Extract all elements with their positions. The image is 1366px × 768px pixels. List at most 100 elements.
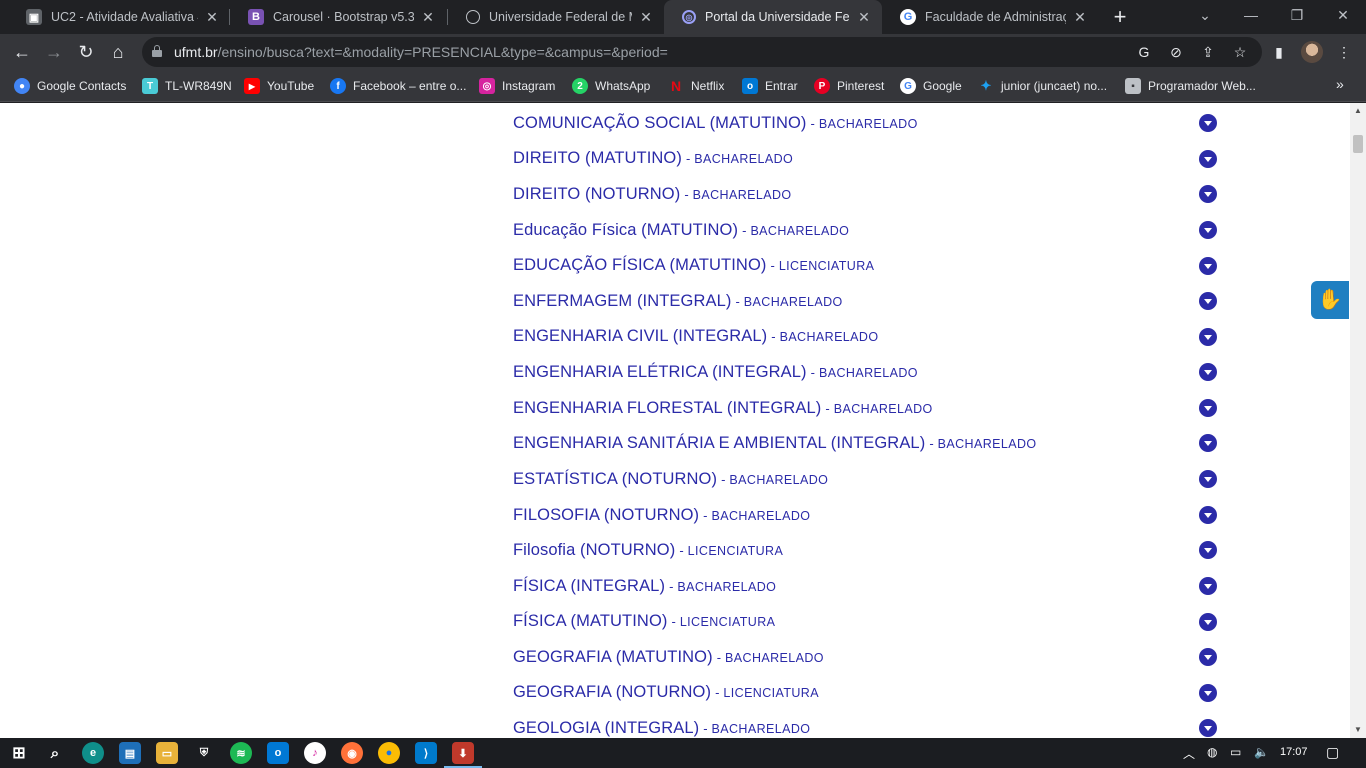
notifications-icon[interactable]: ▢	[1326, 744, 1339, 761]
bookmark-entrar[interactable]: o Entrar	[742, 76, 798, 96]
expand-chevron-icon[interactable]	[1199, 613, 1217, 631]
avatar[interactable]	[1301, 41, 1323, 63]
course-item[interactable]: ENFERMAGEM (INTEGRAL) - BACHARELADO	[513, 292, 843, 316]
course-item[interactable]: EDUCAÇÃO FÍSICA (MATUTINO) - LICENCIATURA	[513, 256, 874, 280]
expand-chevron-icon[interactable]	[1199, 221, 1217, 239]
course-item[interactable]: ENGENHARIA FLORESTAL (INTEGRAL) - BACHAREL…	[513, 399, 933, 423]
expand-chevron-icon[interactable]	[1199, 506, 1217, 524]
forward-arrow-icon[interactable]: →	[40, 38, 68, 66]
expand-chevron-icon[interactable]	[1199, 185, 1217, 203]
course-item[interactable]: FÍSICA (INTEGRAL) - BACHARELADO	[513, 577, 776, 601]
back-arrow-icon[interactable]: ←	[8, 38, 36, 66]
close-icon[interactable]: ✕	[1072, 9, 1088, 26]
battery-icon[interactable]: ▭	[1230, 745, 1241, 759]
home-icon[interactable]: ⌂	[104, 38, 132, 66]
new-tab-button[interactable]: +	[1108, 4, 1132, 30]
reload-icon[interactable]: ↻	[72, 38, 100, 66]
course-item[interactable]: ENGENHARIA CIVIL (INTEGRAL) - BACHARELADO	[513, 327, 878, 351]
security-icon[interactable]: ⛨	[193, 742, 215, 764]
meet-now-icon[interactable]: ◍	[1207, 745, 1217, 759]
course-item[interactable]: DIREITO (NOTURNO) - BACHARELADO	[513, 185, 792, 209]
bookmark-google[interactable]: G Google	[900, 76, 962, 96]
bookmark-netflix[interactable]: N Netflix	[668, 76, 724, 96]
vlibras-accessibility-icon[interactable]: ✋	[1311, 281, 1349, 319]
bookmark-facebook[interactable]: f Facebook – entre o...	[330, 76, 466, 96]
url-text[interactable]: ufmt.br/ensino/busca?text=&modality=PRES…	[174, 44, 668, 60]
expand-chevron-icon[interactable]	[1199, 684, 1217, 702]
minimize-icon[interactable]: —	[1228, 0, 1274, 30]
close-icon[interactable]: ✕	[420, 9, 436, 26]
tab-bootstrap[interactable]: B Carousel · Bootstrap v5.3 ✕	[230, 0, 446, 34]
expand-chevron-icon[interactable]	[1199, 541, 1217, 559]
chrome-icon[interactable]: ●	[378, 742, 400, 764]
expand-chevron-icon[interactable]	[1199, 257, 1217, 275]
bookmark-youtube[interactable]: ▶ YouTube	[244, 76, 314, 96]
volume-icon[interactable]: 🔈	[1254, 745, 1269, 759]
expand-chevron-icon[interactable]	[1199, 434, 1217, 452]
course-item[interactable]: ESTATÍSTICA (NOTURNO) - BACHARELADO	[513, 470, 828, 494]
tab-search-chevron-icon[interactable]: ⌄	[1182, 0, 1228, 30]
address-bar[interactable]: ufmt.br/ensino/busca?text=&modality=PRES…	[142, 37, 1262, 67]
expand-chevron-icon[interactable]	[1199, 470, 1217, 488]
expand-chevron-icon[interactable]	[1199, 719, 1217, 737]
vscode-icon[interactable]: ⟩	[415, 742, 437, 764]
course-item[interactable]: FILOSOFIA (NOTURNO) - BACHARELADO	[513, 506, 810, 530]
expand-chevron-icon[interactable]	[1199, 328, 1217, 346]
close-icon[interactable]: ✕	[204, 9, 220, 26]
file-explorer-icon[interactable]: ▭	[156, 742, 178, 764]
course-item[interactable]: GEOGRAFIA (NOTURNO) - LICENCIATURA	[513, 683, 819, 707]
expand-chevron-icon[interactable]	[1199, 577, 1217, 595]
side-panel-icon[interactable]: ▮	[1269, 42, 1289, 62]
course-item[interactable]: ENGENHARIA ELÉTRICA (INTEGRAL) - BACHARELA…	[513, 363, 918, 387]
spotify-icon[interactable]: ≋	[230, 742, 252, 764]
bookmark-star-icon[interactable]: ☆	[1231, 43, 1249, 61]
bookmark-twitter[interactable]: ✦ junior (juncaet) no...	[978, 76, 1108, 96]
outlook-icon[interactable]: o	[267, 742, 289, 764]
bookmark-pinterest[interactable]: P Pinterest	[814, 76, 884, 96]
windows-start-icon[interactable]: ⊞	[8, 742, 30, 764]
course-item[interactable]: FÍSICA (MATUTINO) - LICENCIATURA	[513, 612, 775, 636]
expand-chevron-icon[interactable]	[1199, 150, 1217, 168]
course-item[interactable]: DIREITO (MATUTINO) - BACHARELADO	[513, 149, 793, 173]
bookmark-tl-wr849n[interactable]: T TL-WR849N	[142, 76, 232, 96]
tab-uc2[interactable]: ▣ UC2 - Atividade Avaliativa 4 - ✕	[8, 0, 230, 34]
bookmark-whatsapp[interactable]: 2 WhatsApp	[572, 76, 650, 96]
course-item[interactable]: Filosofia (NOTURNO) - LICENCIATURA	[513, 541, 783, 565]
scrollbar[interactable]: ▲ ▼	[1350, 103, 1366, 738]
course-item[interactable]: GEOGRAFIA (MATUTINO) - BACHARELADO	[513, 648, 824, 672]
eye-off-icon[interactable]: ⊘	[1167, 43, 1185, 61]
expand-chevron-icon[interactable]	[1199, 399, 1217, 417]
expand-chevron-icon[interactable]	[1199, 114, 1217, 132]
window-close-icon[interactable]: ✕	[1320, 0, 1366, 30]
tray-chevron-icon[interactable]: ︿	[1183, 745, 1195, 762]
bookmark-instagram[interactable]: ◎ Instagram	[479, 76, 555, 96]
expand-chevron-icon[interactable]	[1199, 292, 1217, 310]
tab-portal-ufmt[interactable]: ◎ Portal da Universidade Feder ✕	[664, 0, 882, 34]
stepper-app-icon[interactable]: ⬇	[444, 742, 482, 768]
restore-icon[interactable]: ❐	[1274, 0, 1320, 30]
google-lens-icon[interactable]: G	[1135, 43, 1153, 61]
search-icon[interactable]: ⌕	[44, 742, 66, 764]
bookmark-programador-web[interactable]: ▪ Programador Web...	[1125, 76, 1256, 96]
itunes-icon[interactable]: ♪	[304, 742, 326, 764]
course-item[interactable]: ENGENHARIA SANITÁRIA E AMBIENTAL (INTEGR…	[513, 434, 1037, 458]
scroll-thumb[interactable]	[1353, 135, 1363, 153]
expand-chevron-icon[interactable]	[1199, 648, 1217, 666]
expand-chevron-icon[interactable]	[1199, 363, 1217, 381]
scroll-down-icon[interactable]: ▼	[1350, 722, 1366, 738]
taskbar-clock[interactable]: 17:07	[1280, 746, 1308, 758]
bookmark-google-contacts[interactable]: ● Google Contacts	[14, 76, 126, 96]
course-item[interactable]: Educação Física (MATUTINO) - BACHARELADO	[513, 221, 849, 245]
close-icon[interactable]: ✕	[856, 9, 872, 26]
course-item[interactable]: COMUNICAÇÃO SOCIAL (MATUTINO) - BACHARELAD…	[513, 114, 918, 138]
firefox-icon[interactable]: ◉	[341, 742, 363, 764]
photos-icon[interactable]: ▤	[119, 742, 141, 764]
tab-universidade[interactable]: Universidade Federal de Ma ✕	[448, 0, 664, 34]
menu-kebab-icon[interactable]: ⋮	[1334, 42, 1354, 62]
edge-icon[interactable]: e	[82, 742, 104, 764]
scroll-up-icon[interactable]: ▲	[1350, 103, 1366, 119]
course-item[interactable]: GEOLOGIA (INTEGRAL) - BACHARELADO	[513, 719, 810, 738]
tab-faculdade[interactable]: G Faculdade de Administração ✕	[882, 0, 1098, 34]
close-icon[interactable]: ✕	[638, 9, 654, 26]
share-icon[interactable]: ⇪	[1199, 43, 1217, 61]
